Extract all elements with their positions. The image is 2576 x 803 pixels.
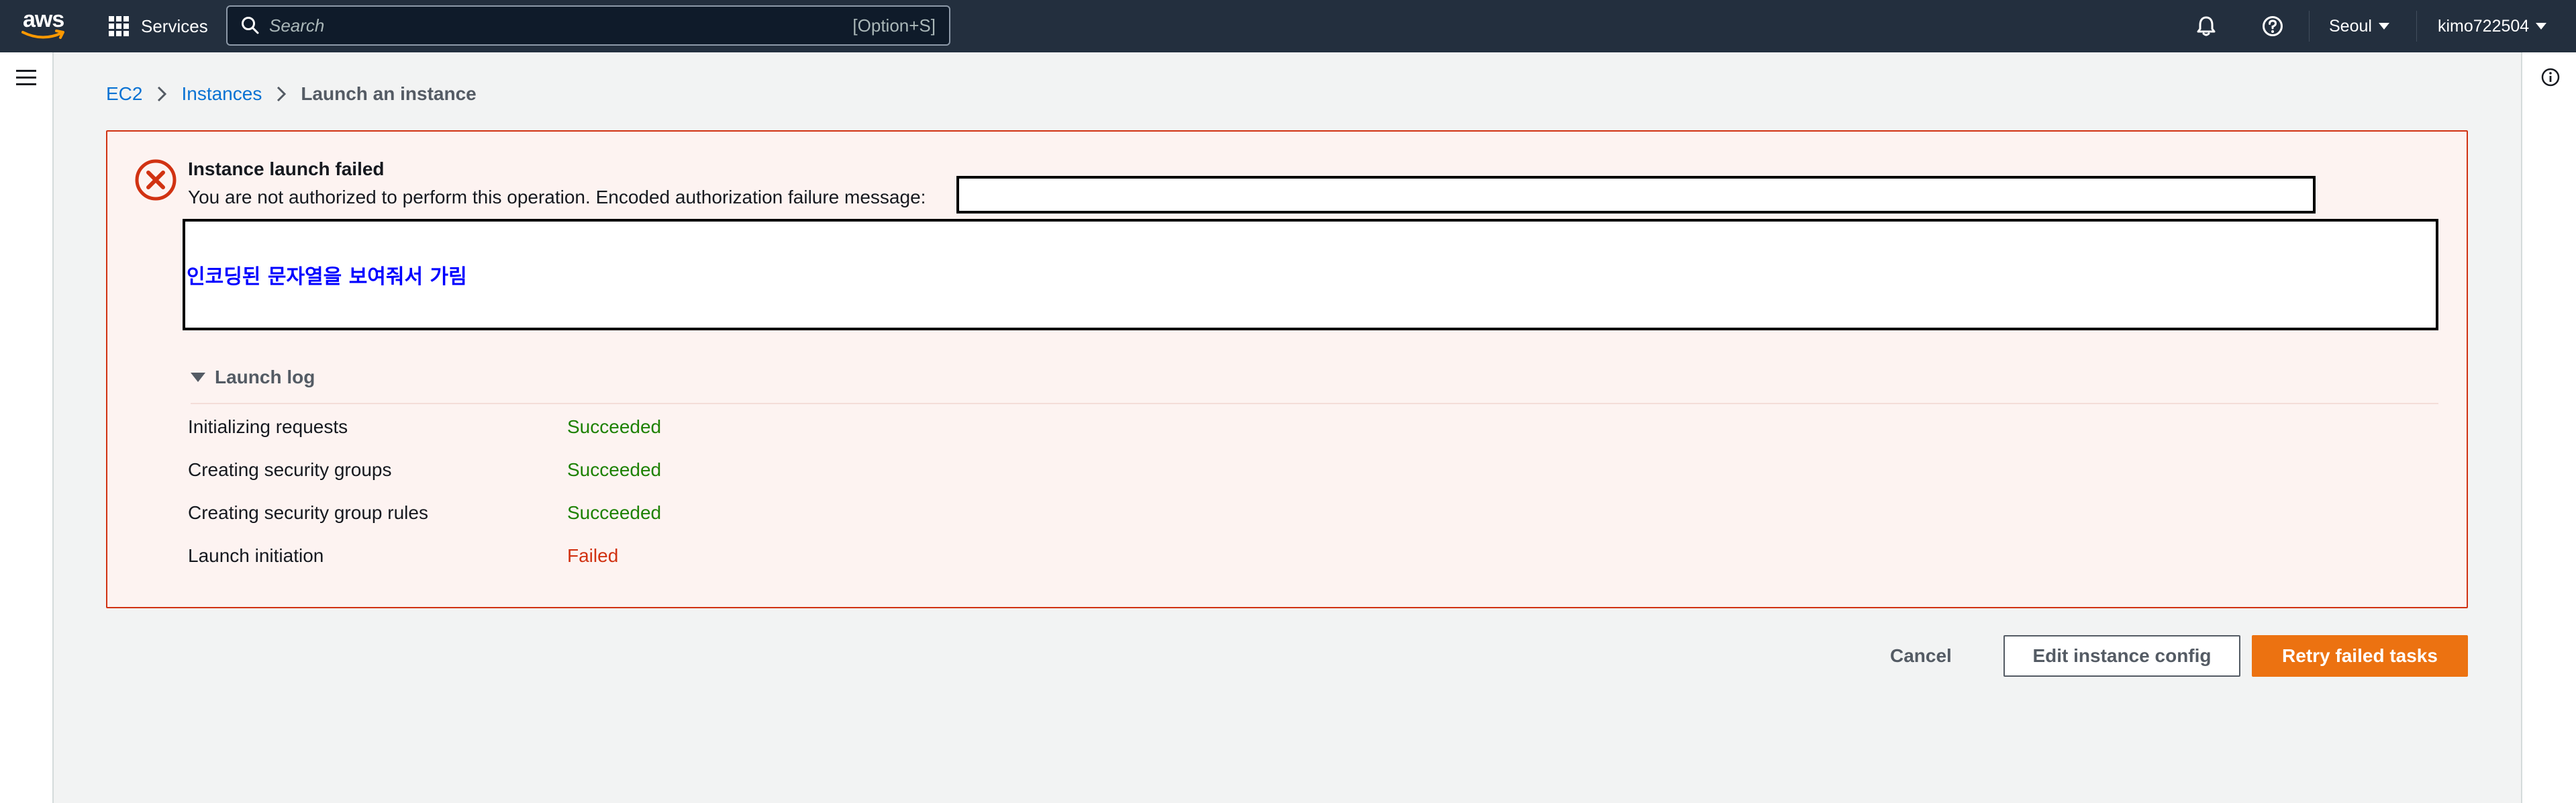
log-step: Creating security group rules bbox=[188, 502, 428, 523]
search-icon bbox=[242, 17, 259, 34]
search-box[interactable]: [Option+S] bbox=[226, 5, 950, 46]
divider bbox=[191, 403, 2438, 404]
top-navigation: aws Services [Option+S] bbox=[0, 0, 2576, 52]
services-label: Services bbox=[141, 15, 208, 36]
aws-smile-icon bbox=[21, 30, 64, 39]
error-circle-icon bbox=[135, 159, 177, 201]
log-step: Launch initiation bbox=[188, 545, 324, 566]
log-status: Succeeded bbox=[567, 416, 662, 437]
aws-logo[interactable]: aws bbox=[20, 7, 67, 44]
log-row: Initializing requests Succeeded bbox=[188, 416, 1128, 443]
notifications-button[interactable] bbox=[2195, 0, 2218, 52]
redaction-box: 인코딩된 문자열을 보여줘서 가림 bbox=[183, 219, 2438, 330]
breadcrumb-current: Launch an instance bbox=[301, 83, 477, 104]
launch-log-title: Launch log bbox=[215, 367, 315, 387]
alert-message: You are not authorized to perform this o… bbox=[188, 187, 926, 207]
account-menu[interactable]: kimo722504 bbox=[2438, 0, 2547, 52]
log-row: Creating security groups Succeeded bbox=[188, 459, 1128, 486]
retry-failed-tasks-button[interactable]: Retry failed tasks bbox=[2252, 635, 2468, 677]
services-menu-button[interactable]: Services bbox=[109, 11, 208, 41]
breadcrumb-instances-link[interactable]: Instances bbox=[181, 83, 262, 105]
log-status: Succeeded bbox=[567, 502, 662, 523]
redaction-note: 인코딩된 문자열을 보여줘서 가림 bbox=[187, 265, 467, 289]
log-row: Launch initiation Failed bbox=[188, 545, 1128, 572]
nav-separator bbox=[2416, 11, 2417, 42]
question-circle-icon bbox=[2263, 16, 2283, 36]
log-status: Failed bbox=[567, 545, 619, 566]
caret-down-icon bbox=[191, 373, 205, 382]
account-label: kimo722504 bbox=[2438, 16, 2530, 36]
breadcrumb: EC2 Instances Launch an instance bbox=[106, 81, 477, 107]
launch-log-toggle[interactable]: Launch log bbox=[191, 367, 315, 388]
search-shortcut-hint: [Option+S] bbox=[852, 15, 936, 36]
help-button[interactable] bbox=[2261, 0, 2284, 52]
region-selector[interactable]: Seoul bbox=[2329, 0, 2389, 52]
search-input[interactable] bbox=[269, 15, 853, 36]
menu-icon[interactable] bbox=[16, 70, 36, 86]
bell-icon bbox=[2197, 16, 2216, 36]
log-step: Initializing requests bbox=[188, 416, 348, 437]
edit-instance-config-button[interactable]: Edit instance config bbox=[2003, 635, 2240, 677]
grid-icon bbox=[109, 16, 129, 36]
right-tools-rail bbox=[2521, 52, 2576, 803]
alert-title: Instance launch failed bbox=[188, 158, 385, 179]
breadcrumb-ec2-link[interactable]: EC2 bbox=[106, 83, 142, 105]
log-step: Creating security groups bbox=[188, 459, 392, 480]
region-label: Seoul bbox=[2329, 16, 2372, 36]
caret-down-icon bbox=[2536, 23, 2547, 30]
cancel-button[interactable]: Cancel bbox=[1883, 635, 1959, 677]
left-navigation-rail bbox=[0, 52, 54, 803]
log-row: Creating security group rules Succeeded bbox=[188, 502, 1128, 529]
chevron-right-icon bbox=[277, 86, 287, 102]
log-status: Succeeded bbox=[567, 459, 662, 480]
caret-down-icon bbox=[2378, 23, 2389, 30]
redaction-box bbox=[956, 176, 2316, 214]
nav-separator bbox=[2309, 11, 2310, 42]
error-alert: Instance launch failed You are not autho… bbox=[106, 130, 2468, 608]
chevron-right-icon bbox=[158, 86, 167, 102]
info-icon[interactable] bbox=[2540, 67, 2561, 87]
